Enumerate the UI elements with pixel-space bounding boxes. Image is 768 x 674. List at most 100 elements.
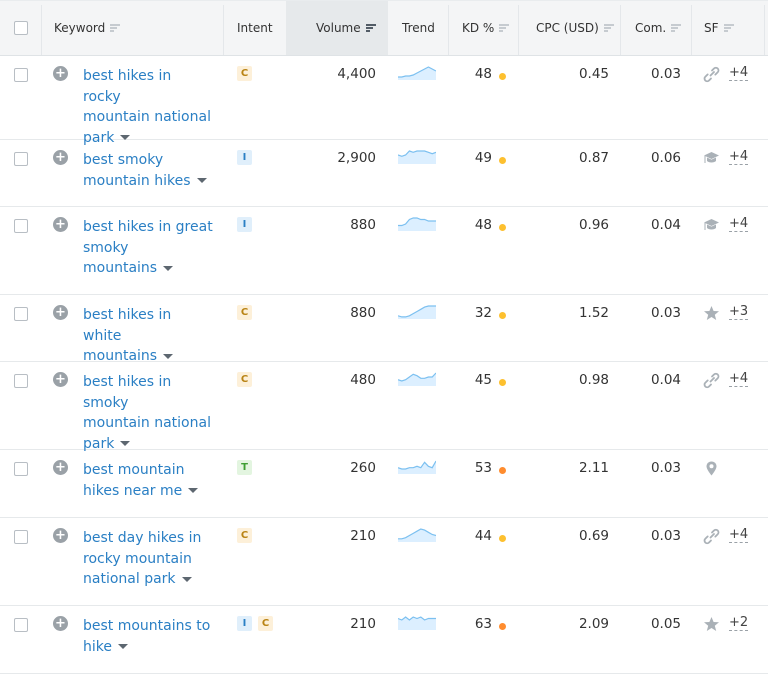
sparkline-svg — [397, 460, 437, 474]
column-label: Keyword — [54, 21, 106, 35]
column-header-trend: Trend — [402, 1, 435, 55]
intent-badge-c[interactable]: C — [237, 305, 252, 320]
sparkline-svg — [397, 150, 437, 164]
column-label: KD % — [462, 21, 495, 35]
serp-features-more-link[interactable]: +4 — [729, 66, 749, 81]
kd-difficulty-dot — [499, 157, 506, 164]
add-to-list-icon[interactable]: + — [53, 217, 68, 232]
add-to-list-icon[interactable]: + — [53, 305, 68, 320]
keyword-link[interactable]: best day hikes in rocky mountain national … — [83, 528, 213, 590]
serp-features-more-link[interactable]: +4 — [729, 528, 749, 543]
sort-icon[interactable] — [671, 24, 682, 32]
column-header-volume[interactable]: Volume — [316, 1, 376, 55]
row-checkbox[interactable] — [14, 618, 28, 632]
serp-features-more-link[interactable]: +3 — [729, 305, 749, 320]
intent-badge-t[interactable]: T — [237, 460, 252, 475]
chevron-down-icon[interactable] — [117, 644, 128, 649]
sort-icon[interactable] — [110, 24, 121, 32]
intent-badge-i[interactable]: I — [237, 150, 252, 165]
sort-icon-active[interactable] — [365, 24, 376, 32]
column-header-intent: Intent — [237, 1, 273, 55]
keyword-link[interactable]: best mountain hikes near me — [83, 460, 213, 501]
sort-icon[interactable] — [723, 24, 734, 32]
keyword-text[interactable]: best smoky mountain hikes — [83, 152, 191, 189]
chevron-down-icon[interactable] — [188, 488, 199, 493]
intent-badge-i[interactable]: I — [237, 217, 252, 232]
add-to-list-icon[interactable]: + — [53, 150, 68, 165]
add-to-list-icon[interactable]: + — [53, 460, 68, 475]
link-icon[interactable] — [703, 66, 720, 83]
serp-features-more-link[interactable]: +2 — [729, 616, 749, 631]
row-checkbox[interactable] — [14, 307, 28, 321]
keyword-text[interactable]: best mountain hikes near me — [83, 462, 185, 499]
trend-sparkline — [398, 528, 437, 546]
serp-features-more-link[interactable]: +4 — [729, 150, 749, 165]
star-icon[interactable] — [703, 305, 720, 322]
row-checkbox[interactable] — [14, 530, 28, 544]
trend-sparkline — [397, 616, 436, 634]
keyword-link[interactable]: best hikes in rocky mountain national park — [83, 66, 213, 148]
chevron-down-icon[interactable] — [163, 265, 174, 271]
row-checkbox[interactable] — [14, 374, 28, 388]
row-checkbox[interactable] — [14, 152, 28, 166]
serp-features-more-link[interactable]: +4 — [729, 217, 749, 232]
cpc-value: 1.52 — [578, 305, 609, 321]
sort-icon[interactable] — [603, 24, 614, 32]
add-to-list-icon[interactable]: + — [53, 66, 68, 81]
row-checkbox[interactable] — [14, 68, 28, 82]
sort-icon[interactable] — [499, 24, 510, 32]
select-all-checkbox[interactable] — [14, 21, 28, 35]
column-divider — [620, 5, 621, 55]
intent-badge-i[interactable]: I — [237, 616, 252, 631]
serp-features-more-link[interactable]: +4 — [729, 372, 749, 387]
intent-badge-c[interactable]: C — [258, 616, 273, 631]
chevron-down-icon[interactable] — [120, 441, 131, 446]
chevron-down-icon[interactable] — [163, 353, 174, 359]
intent-badge-c[interactable]: C — [237, 66, 252, 81]
kd-difficulty-dot — [499, 467, 506, 474]
chevron-down-icon[interactable] — [181, 576, 192, 582]
intent-badge-c[interactable]: C — [237, 372, 252, 387]
chevron-down-icon[interactable] — [196, 178, 207, 183]
column-header-com[interactable]: Com. — [635, 1, 682, 55]
competition-value: 0.03 — [650, 305, 681, 321]
graduation-cap-icon[interactable] — [703, 150, 720, 167]
intent-badges: I — [237, 217, 252, 232]
cpc-value: 0.87 — [578, 150, 609, 166]
keyword-text[interactable]: best hikes in great smoky mountains — [83, 219, 213, 276]
map-pin-icon[interactable] — [703, 460, 720, 477]
keyword-link[interactable]: best mountains to hike — [83, 616, 213, 657]
column-divider — [691, 5, 692, 55]
intent-badge-c[interactable]: C — [237, 528, 252, 543]
column-header-keyword[interactable]: Keyword — [54, 1, 121, 55]
add-to-list-icon[interactable]: + — [53, 616, 68, 631]
column-header-kd[interactable]: KD % — [462, 1, 510, 55]
keyword-link[interactable]: best hikes in great smoky mountains — [83, 217, 213, 279]
row-checkbox[interactable] — [14, 219, 28, 233]
star-icon[interactable] — [703, 616, 720, 633]
graduation-cap-icon[interactable] — [703, 217, 720, 234]
kd-value: 53 — [474, 460, 492, 476]
table-row: + best hikes in great smoky mountains I 88… — [0, 207, 768, 295]
column-header-sf[interactable]: SF — [704, 1, 734, 55]
column-label: Trend — [402, 21, 435, 35]
column-divider — [41, 5, 42, 55]
keyword-table: Keyword Intent Volume Trend KD % CPC (US… — [0, 0, 768, 674]
keyword-text[interactable]: best mountains to hike — [83, 618, 210, 655]
keyword-text[interactable]: best hikes in rocky mountain national park — [83, 68, 211, 146]
kd-difficulty-dot — [499, 73, 506, 80]
add-to-list-icon[interactable]: + — [53, 372, 68, 387]
competition-value: 0.03 — [650, 66, 681, 82]
add-to-list-icon[interactable]: + — [53, 528, 68, 543]
keyword-link[interactable]: best hikes in smoky mountain national park — [83, 372, 213, 454]
keyword-text[interactable]: best hikes in white mountains — [83, 307, 171, 364]
row-checkbox[interactable] — [14, 462, 28, 476]
keyword-link[interactable]: best smoky mountain hikes — [83, 150, 213, 191]
column-header-cpc[interactable]: CPC (USD) — [536, 1, 614, 55]
cpc-value: 2.09 — [578, 616, 609, 632]
keyword-text[interactable]: best hikes in smoky mountain national park — [83, 374, 211, 452]
keyword-link[interactable]: best hikes in white mountains — [83, 305, 213, 367]
kd-difficulty-dot — [499, 623, 506, 630]
link-icon[interactable] — [703, 528, 720, 545]
link-icon[interactable] — [703, 372, 720, 389]
